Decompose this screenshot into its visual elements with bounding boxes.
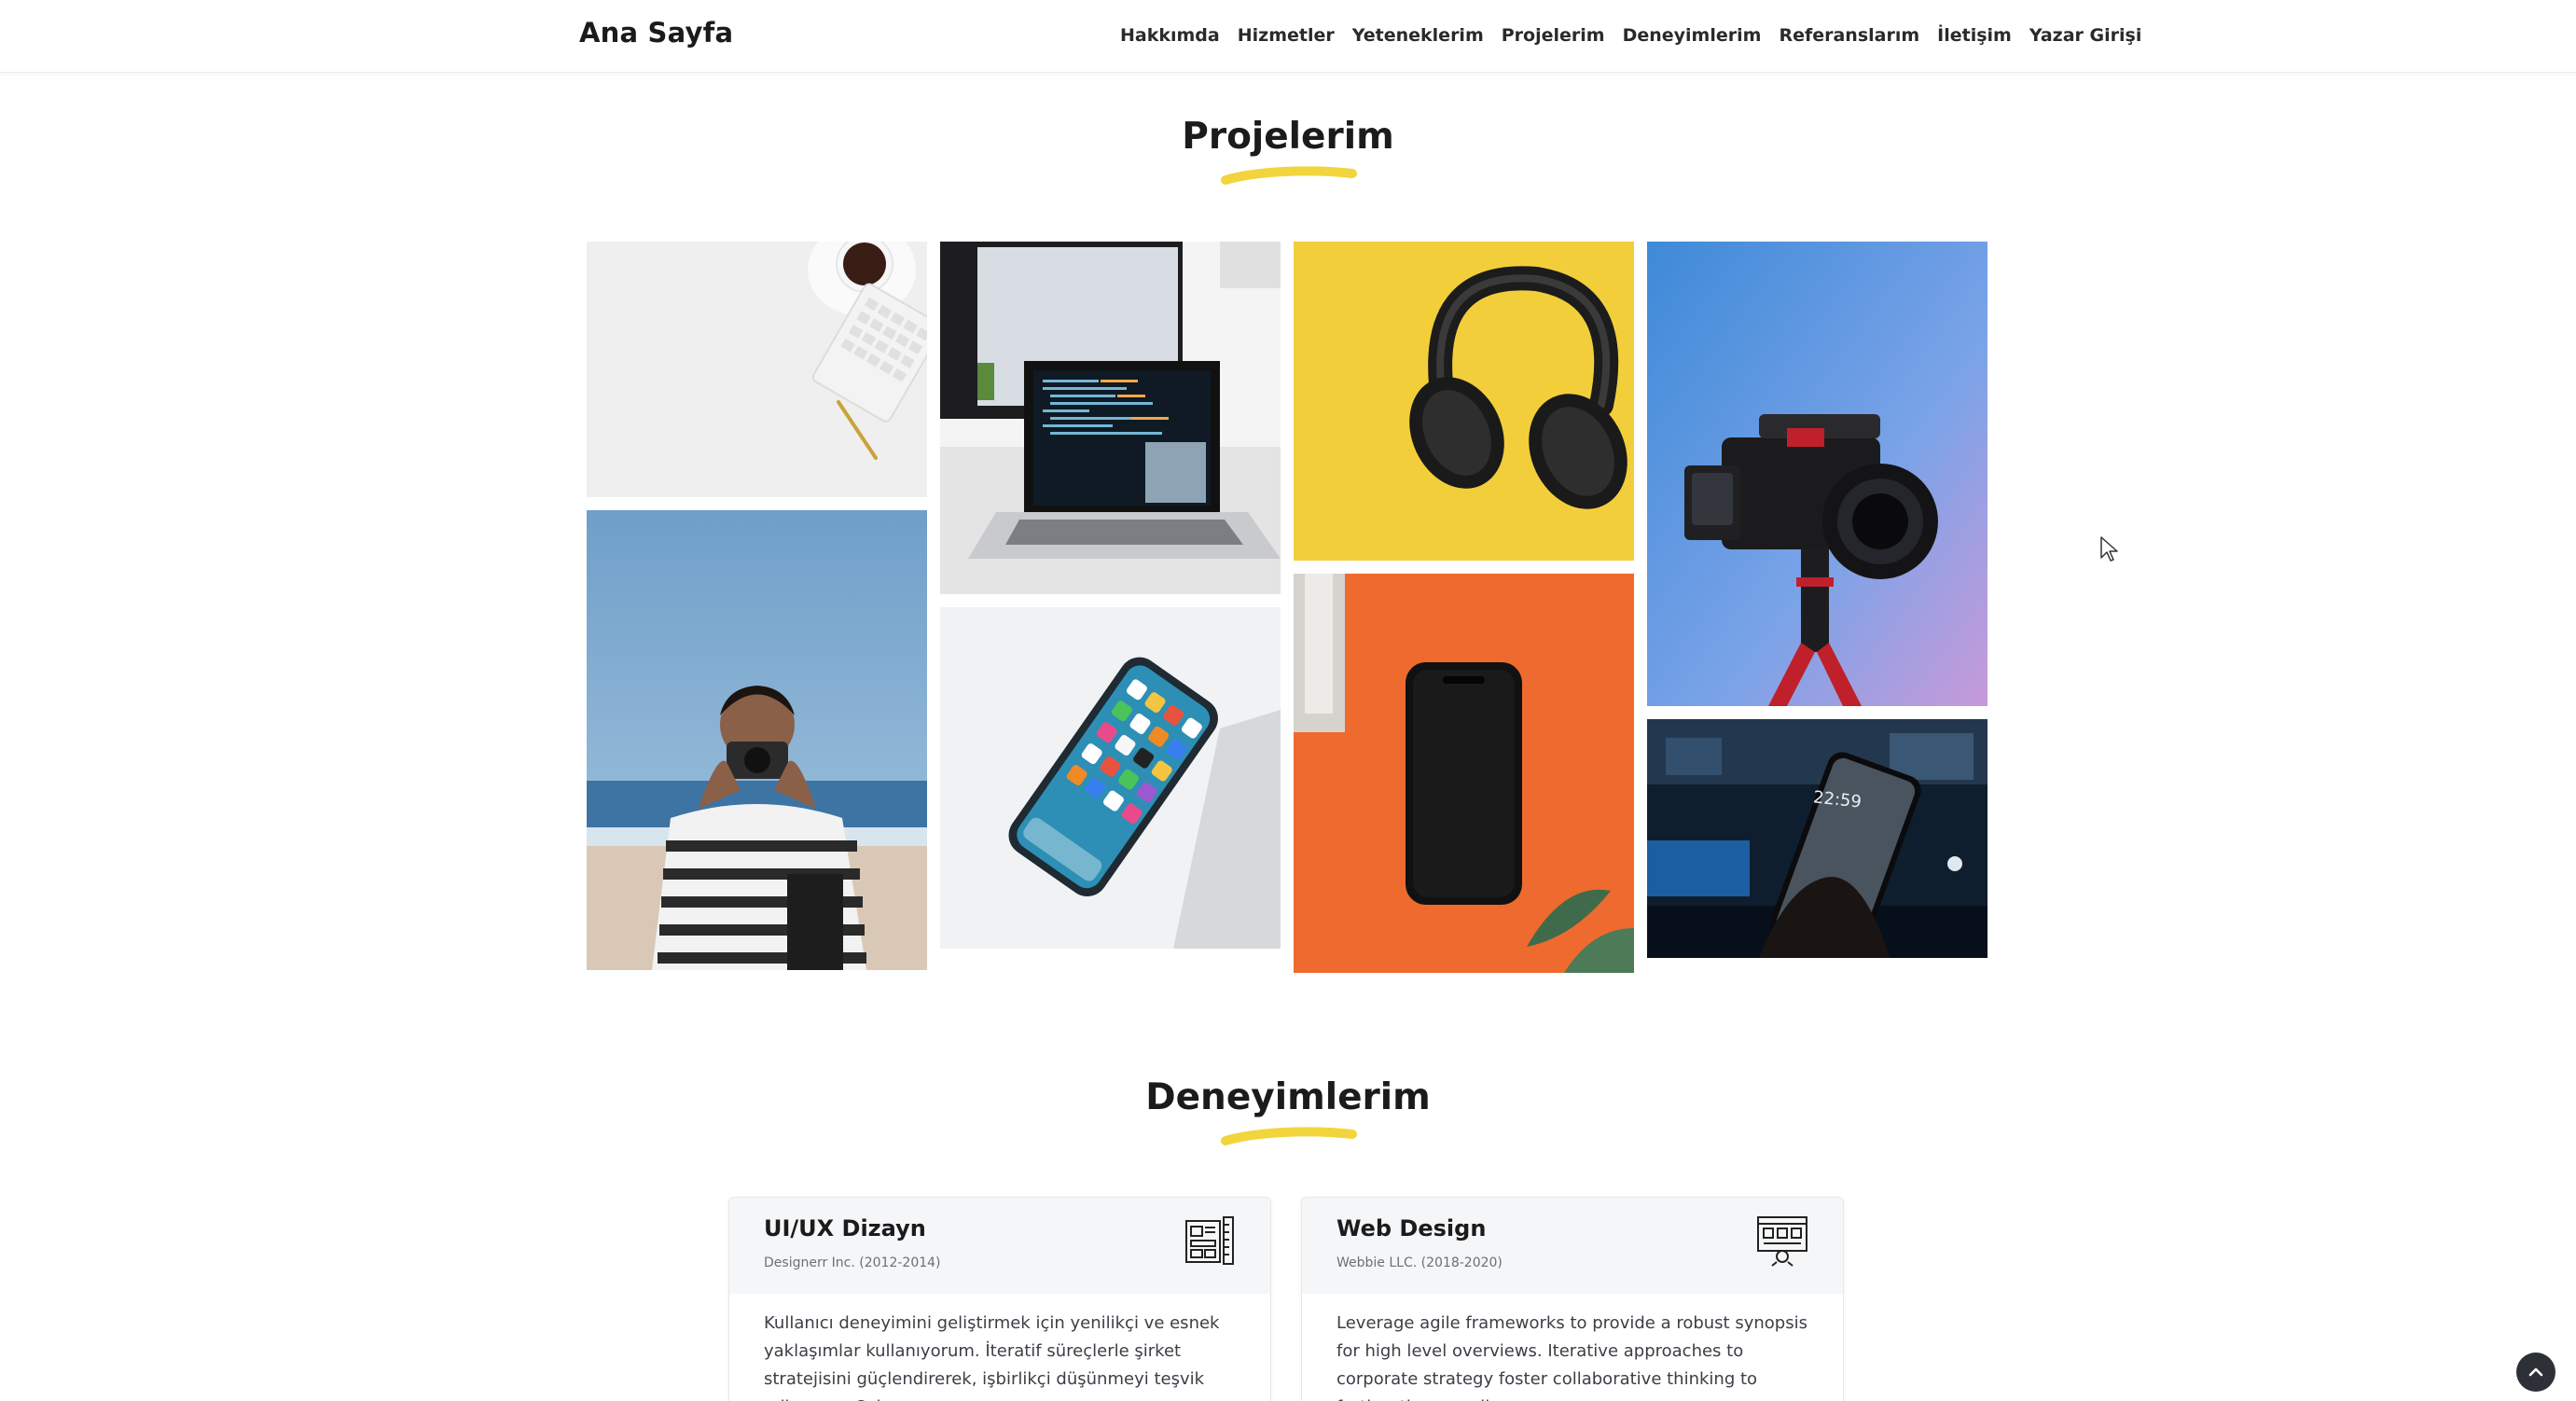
chevron-up-icon (2528, 1367, 2543, 1377)
ui-design-icon (1185, 1216, 1234, 1265)
mouse-pointer-icon (2100, 536, 2118, 562)
project-image-headphones[interactable] (1294, 242, 1634, 561)
nav-menu: Hakkımda Hizmetler Yeteneklerim Projeler… (1120, 21, 2141, 49)
nav-link-hizmetler[interactable]: Hizmetler (1238, 25, 1335, 46)
card-title: Web Design (1336, 1215, 1487, 1241)
card-description: Leverage agile frameworks to provide a r… (1336, 1313, 1807, 1401)
experience-card-uiux: UI/UX Dizayn Designerr Inc. (2012-2014) … (728, 1197, 1271, 1401)
project-image-night-phone[interactable]: 22:59 (1647, 719, 1987, 958)
navbar: Ana Sayfa Hakkımda Hizmetler Yetenekleri… (0, 0, 2576, 73)
nav-link-referanslarim[interactable]: Referanslarım (1779, 25, 1919, 46)
web-design-icon (1757, 1216, 1807, 1267)
title-underline-swoosh (1221, 166, 1357, 185)
nav-link-yazar-girisi[interactable]: Yazar Girişi (2029, 25, 2142, 46)
card-header: UI/UX Dizayn Designerr Inc. (2012-2014) (729, 1198, 1270, 1294)
nav-link-iletisim[interactable]: İletişim (1937, 25, 2012, 46)
card-description: Kullanıcı deneyimini geliştirmek için ye… (764, 1313, 1220, 1401)
card-company-date: Webbie LLC. (2018-2020) (1336, 1255, 1503, 1270)
scroll-to-top-button[interactable] (2516, 1352, 2555, 1392)
project-image-smartphone[interactable] (940, 607, 1281, 949)
project-image-laptop[interactable] (940, 242, 1281, 594)
card-header: Web Design Webbie LLC. (2018-2020) (1302, 1198, 1843, 1294)
nav-link-yeteneklerim[interactable]: Yeteneklerim (1352, 25, 1484, 46)
project-image-orange-phone[interactable] (1294, 574, 1634, 973)
project-image-photographer[interactable] (587, 510, 927, 970)
card-company-date: Designerr Inc. (2012-2014) (764, 1255, 941, 1270)
experience-title: Deneyimlerim (1145, 1076, 1431, 1118)
project-image-desk[interactable] (587, 242, 927, 497)
nav-link-hakkimda[interactable]: Hakkımda (1120, 25, 1220, 46)
title-underline-swoosh (1221, 1127, 1357, 1145)
projects-title: Projelerim (1182, 116, 1394, 158)
nav-link-deneyimlerim[interactable]: Deneyimlerim (1623, 25, 1762, 46)
brand-home-link[interactable]: Ana Sayfa (579, 17, 733, 49)
experience-card-web-design: Web Design Webbie LLC. (2018-2020) Lever… (1301, 1197, 1844, 1401)
card-title: UI/UX Dizayn (764, 1215, 926, 1241)
project-image-camera-rig[interactable] (1647, 242, 1987, 706)
nav-link-projelerim[interactable]: Projelerim (1502, 25, 1605, 46)
